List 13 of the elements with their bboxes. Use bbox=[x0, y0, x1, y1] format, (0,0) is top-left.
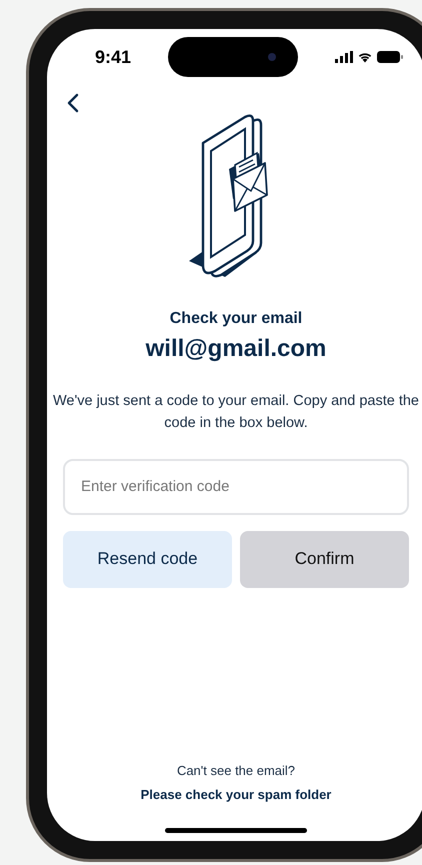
wifi-icon bbox=[357, 51, 373, 63]
spam-folder-hint: Please check your spam folder bbox=[140, 786, 332, 804]
signal-icon bbox=[335, 51, 353, 63]
screen-title: Check your email bbox=[170, 309, 302, 329]
email-address: will@gmail.com bbox=[146, 334, 326, 364]
instruction-text: We've just sent a code to your email. Copy and paste the code in the box below. bbox=[52, 392, 420, 433]
battery-icon bbox=[377, 51, 403, 63]
status-time: 9:41 bbox=[95, 46, 132, 68]
resend-button[interactable]: Resend code bbox=[63, 530, 232, 588]
camera-icon bbox=[268, 53, 276, 61]
back-icon[interactable] bbox=[67, 92, 79, 113]
verification-code-field[interactable]: Enter verification code bbox=[63, 458, 409, 514]
help-question: Can't see the email? bbox=[176, 762, 296, 780]
